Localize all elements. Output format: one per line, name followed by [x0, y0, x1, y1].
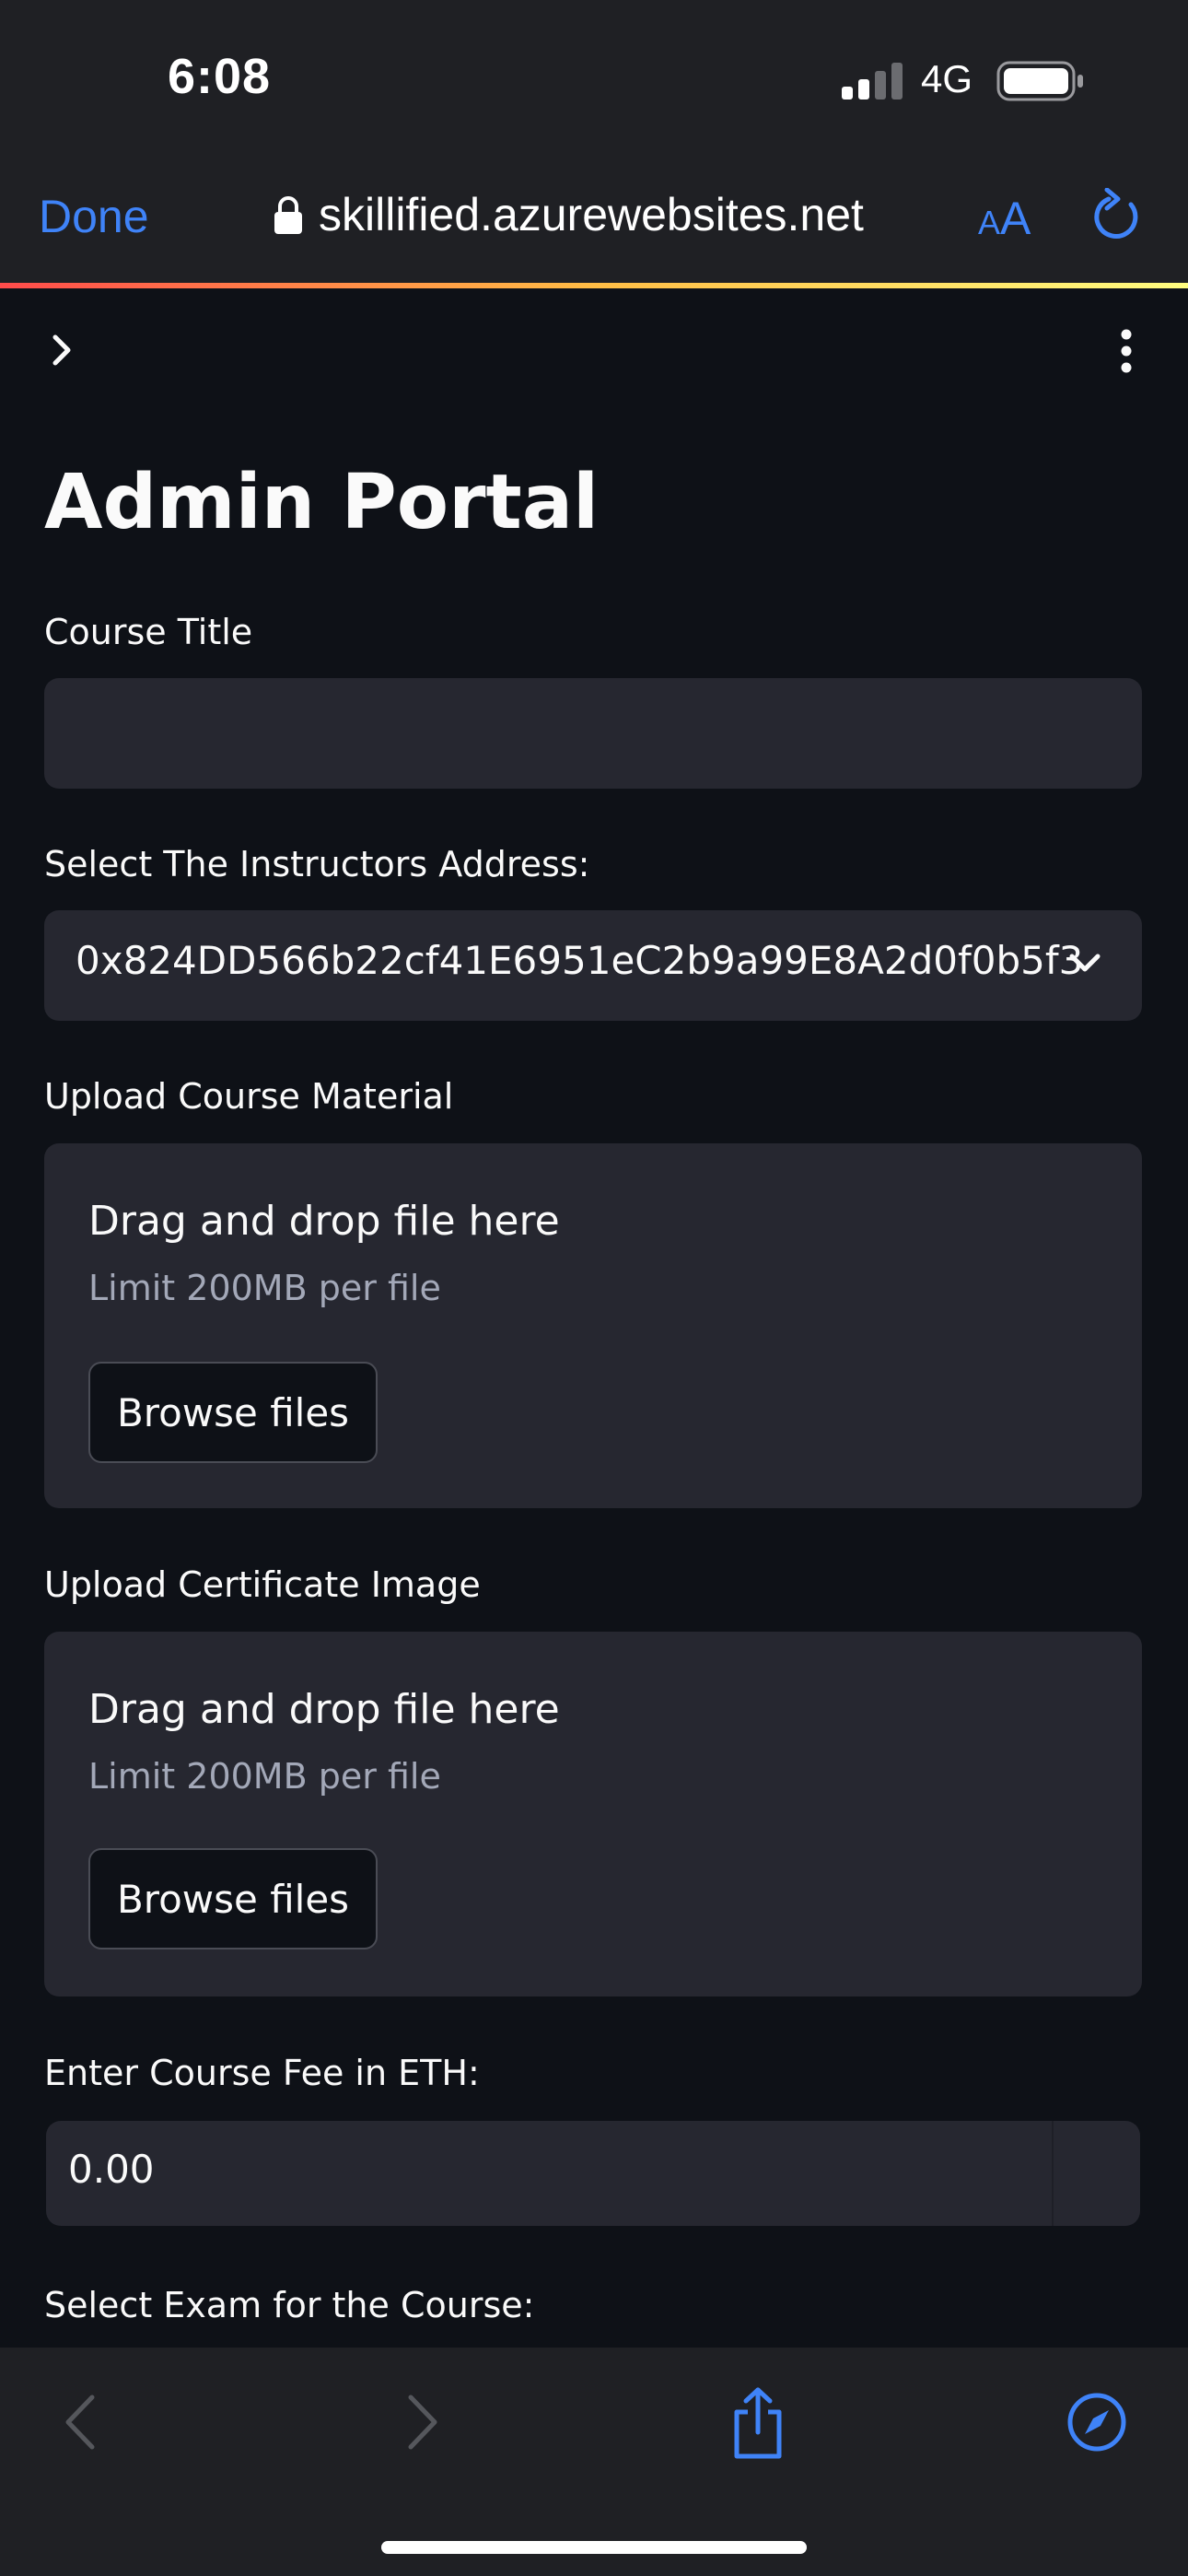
certificate-image-browse-button[interactable]: Browse files: [88, 1848, 378, 1950]
course-title-label: Course Title: [44, 612, 253, 652]
reload-icon[interactable]: [1090, 188, 1144, 243]
exam-select-label: Select Exam for the Course:: [44, 2285, 535, 2325]
certificate-image-drop-text: Drag and drop file here: [88, 1686, 560, 1733]
course-fee-input[interactable]: [46, 2121, 1140, 2226]
course-fee-label: Enter Course Fee in ETH:: [44, 2053, 480, 2093]
instructor-address-value: 0x824DD566b22cf41E6951eC2b9a99E8A2d0f0b5…: [76, 938, 1084, 983]
network-type: 4G: [921, 57, 973, 100]
home-indicator[interactable]: [381, 2541, 807, 2554]
course-fee-stepper[interactable]: [1052, 2121, 1142, 2226]
text-size-big-glyph: A: [1000, 193, 1031, 244]
course-material-browse-button[interactable]: Browse files: [88, 1362, 378, 1463]
battery-icon: [996, 61, 1083, 101]
course-material-drop-text: Drag and drop file here: [88, 1198, 560, 1245]
share-icon[interactable]: [729, 2386, 786, 2460]
chevron-down-icon[interactable]: [1068, 953, 1101, 975]
page-title: Admin Portal: [44, 459, 600, 546]
text-size-small-glyph: A: [978, 204, 1001, 241]
signal-icon: [842, 63, 903, 100]
certificate-image-label: Upload Certificate Image: [44, 1564, 481, 1605]
kebab-menu-icon[interactable]: [1112, 327, 1140, 375]
certificate-image-limit: Limit 200MB per file: [88, 1756, 441, 1797]
status-time: 6:08: [168, 49, 272, 104]
done-button[interactable]: Done: [39, 190, 149, 243]
course-material-limit: Limit 200MB per file: [88, 1268, 441, 1308]
forward-arrow-icon[interactable]: [405, 2394, 440, 2451]
course-fee-value: 0.00: [68, 2147, 155, 2192]
lock-icon: [274, 196, 302, 234]
instructor-address-label: Select The Instructors Address:: [44, 844, 590, 884]
chevron-right-icon[interactable]: [48, 334, 76, 367]
course-title-input[interactable]: [44, 678, 1142, 789]
url-address[interactable]: skillified.azurewebsites.net: [319, 188, 864, 241]
back-arrow-icon[interactable]: [63, 2394, 98, 2451]
course-material-label: Upload Course Material: [44, 1076, 454, 1117]
loading-progress-bar: [0, 283, 1188, 288]
compass-icon[interactable]: [1066, 2392, 1127, 2453]
text-size-button[interactable]: AA: [978, 192, 1031, 245]
